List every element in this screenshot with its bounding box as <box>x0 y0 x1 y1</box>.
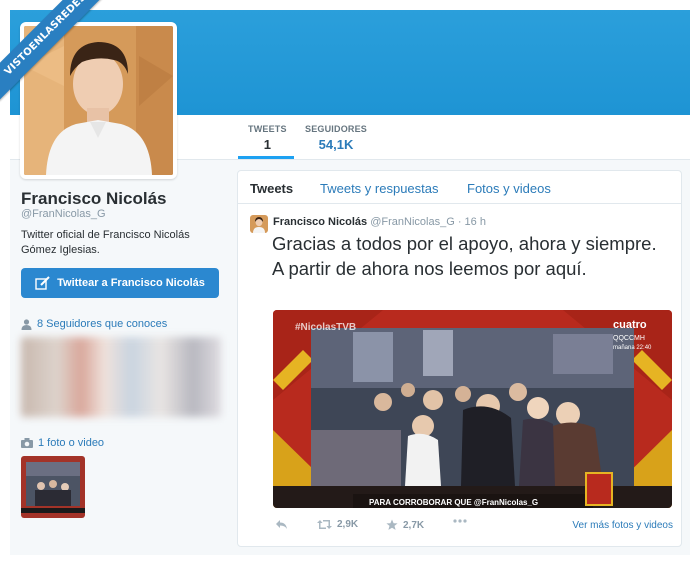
tweet-actions: 2,9K 2,7K Ver más fotos y videos <box>273 519 673 535</box>
photos-videos-link[interactable]: 1 foto o video <box>21 437 104 449</box>
tweet-time[interactable]: · 16 h <box>458 216 486 228</box>
channel-sub-text: QQCCMH <box>613 335 645 342</box>
stat-followers[interactable]: SEGUIDORES 54,1K <box>305 124 367 152</box>
tweet-to-button[interactable]: Twittear a Francisco Nicolás <box>21 268 219 298</box>
stat-followers-label: SEGUIDORES <box>305 124 368 134</box>
more-options-action[interactable] <box>453 519 467 523</box>
tweet-author-handle[interactable]: @FranNicolas_G <box>370 216 455 228</box>
stat-tweets-value: 1 <box>263 137 271 152</box>
media-thumbnail-image <box>21 456 85 518</box>
retweet-count: 2,9K <box>337 519 359 530</box>
camera-icon <box>21 438 33 448</box>
stat-tweets[interactable]: TWEETS 1 <box>248 124 287 152</box>
more-media-link[interactable]: Ver más fotos y videos <box>572 520 673 531</box>
favorite-action[interactable]: 2,7K <box>386 519 424 531</box>
followers-you-know-link[interactable]: 8 Seguidores que conoces <box>21 318 167 330</box>
timeline-tabs: Tweets Tweets y respuestas Fotos y video… <box>238 171 681 204</box>
reply-icon <box>276 520 287 529</box>
compose-icon <box>35 276 50 290</box>
tab-tweets[interactable]: Tweets <box>250 181 293 196</box>
tweet-author-name[interactable]: Francisco Nicolás <box>273 216 367 228</box>
active-stat-underline <box>238 156 294 159</box>
media-caption-text: PARA CORROBORAR QUE @FranNicolas_G <box>369 498 538 507</box>
followers-avatars-blurred <box>21 337 221 417</box>
tweet-text: Gracias a todos por el apoyo, ahora y si… <box>272 233 657 279</box>
tv-selfie-image: #NicolasTVB cuatro QQCCMH mañana 22:40 P… <box>273 310 672 508</box>
stat-followers-value: 54,1K <box>318 137 354 152</box>
photos-videos-label: 1 foto o video <box>38 437 105 449</box>
timeline-panel: Tweets Tweets y respuestas Fotos y video… <box>237 170 682 547</box>
tweet-avatar-photo <box>250 215 268 233</box>
followers-you-know-label: 8 Seguidores que conoces <box>37 318 168 330</box>
reply-action[interactable] <box>275 519 288 530</box>
tweet-header: Francisco Nicolás @FranNicolas_G · 16 h <box>273 216 486 228</box>
stat-tweets-label: TWEETS <box>248 124 287 134</box>
media-thumbnail[interactable] <box>21 456 85 518</box>
tweet-author-avatar[interactable] <box>250 215 268 233</box>
retweet-icon <box>317 520 332 529</box>
media-hashtag-overlay: #NicolasTVB <box>295 322 356 333</box>
person-icon <box>21 318 32 330</box>
tweet-to-button-label: Twittear a Francisco Nicolás <box>57 277 205 289</box>
retweet-action[interactable]: 2,9K <box>317 519 358 530</box>
profile-handle[interactable]: @FranNicolas_G <box>21 208 106 220</box>
profile-name[interactable]: Francisco Nicolás <box>21 189 167 209</box>
favorite-count: 2,7K <box>403 519 425 531</box>
tab-photos-videos[interactable]: Fotos y videos <box>467 181 551 196</box>
star-icon <box>386 519 398 530</box>
tab-tweets-and-replies[interactable]: Tweets y respuestas <box>320 181 439 196</box>
tweet-media-photo[interactable]: #NicolasTVB cuatro QQCCMH mañana 22:40 P… <box>273 310 672 508</box>
channel-logo-text: cuatro <box>613 319 647 331</box>
more-dots-icon <box>453 519 467 523</box>
channel-time-text: mañana 22:40 <box>613 345 652 351</box>
profile-bio: Twitter oficial de Francisco Nicolás Góm… <box>21 229 190 256</box>
